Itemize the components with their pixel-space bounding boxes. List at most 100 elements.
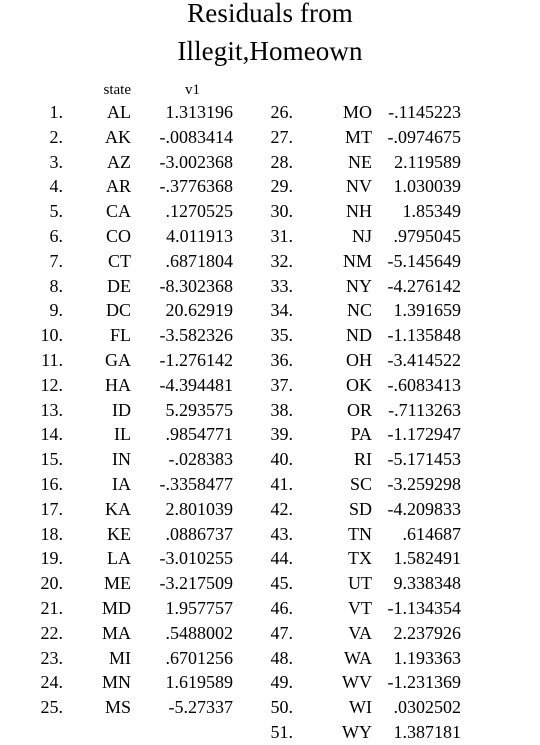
cell-value: -.6083413 xyxy=(387,374,462,395)
table-row: 50. WI .0302502 xyxy=(265,695,540,720)
table-row: 45. UT 9.338348 xyxy=(265,571,540,596)
table-row: 2. AK -.0083414 xyxy=(0,125,240,150)
title-line-2: Illegit,Homeown xyxy=(177,36,363,66)
cell-value: 1.619589 xyxy=(165,672,234,693)
cell-value: -.3776368 xyxy=(159,176,234,197)
column-header-v1: v1 xyxy=(185,82,200,98)
cell-value: .1270525 xyxy=(165,201,234,222)
table-row: 6. CO 4.011913 xyxy=(0,224,240,249)
cell-value: 2.119589 xyxy=(394,151,461,172)
cell-value: 5.293575 xyxy=(165,399,234,420)
table-row: 36. OH -3.414522 xyxy=(265,348,540,373)
cell-value: 1.85349 xyxy=(402,201,462,222)
cell-value: -8.302368 xyxy=(159,275,234,296)
table-row: 39. PA -1.172947 xyxy=(265,422,540,447)
table-row: 5. CA .1270525 xyxy=(0,199,240,224)
cell-value: -.028383 xyxy=(168,449,234,470)
cell-value: .0886737 xyxy=(165,523,234,544)
table-row: 10. FL -3.582326 xyxy=(0,323,240,348)
listing-column-right: 26. MO -.1145223 27. MT -.0974675 28. NE 2.11958… xyxy=(265,100,540,745)
cell-value: 20.62919 xyxy=(165,300,234,321)
cell-value: .5488002 xyxy=(165,622,234,643)
table-row: 49. WV -1.231369 xyxy=(265,670,540,695)
table-row: 42. SD -4.209833 xyxy=(265,497,540,522)
cell-value: -.3358477 xyxy=(159,473,234,494)
table-row: 27. MT -.0974675 xyxy=(265,125,540,150)
table-row: 32. NM -5.145649 xyxy=(265,249,540,274)
cell-value: -4.209833 xyxy=(387,498,462,519)
table-row: 22. MA .5488002 xyxy=(0,621,240,646)
cell-value: -5.145649 xyxy=(387,250,462,271)
cell-value: 1.313196 xyxy=(165,102,234,122)
cell-value: -.1145223 xyxy=(388,102,461,122)
cell-value: .6871804 xyxy=(165,250,234,271)
table-row: 21. MD 1.957757 xyxy=(0,596,240,621)
table-row: 4. AR -.3776368 xyxy=(0,174,240,199)
table-row: 33. NY -4.276142 xyxy=(265,274,540,299)
table-row: 48. WA 1.193363 xyxy=(265,646,540,671)
table-row: 38. OR -.7113263 xyxy=(265,398,540,423)
table-row: 37. OK -.6083413 xyxy=(265,373,540,398)
table-row: 26. MO -.1145223 xyxy=(265,100,540,125)
table-row: 17. KA 2.801039 xyxy=(0,497,240,522)
table-row: 44. TX 1.582491 xyxy=(265,546,540,571)
title-line-1: Residuals from xyxy=(187,0,353,28)
table-row: 30. NH 1.85349 xyxy=(265,199,540,224)
cell-value: 2.801039 xyxy=(165,498,234,519)
cell-value: 1.391659 xyxy=(393,300,462,321)
table-row: 24. MN 1.619589 xyxy=(0,670,240,695)
table-row: 15. IN -.028383 xyxy=(0,447,240,472)
cell-value: 1.582491 xyxy=(393,548,462,569)
table-row: 41. SC -3.259298 xyxy=(265,472,540,497)
table-row: 1. AL 1.313196 xyxy=(0,100,240,125)
table-row: 14. IL .9854771 xyxy=(0,422,240,447)
table-row: 7. CT .6871804 xyxy=(0,249,240,274)
cell-value: 4.011913 xyxy=(166,225,233,246)
table-row: 29. NV 1.030039 xyxy=(265,174,540,199)
cell-value: -4.394481 xyxy=(159,374,234,395)
cell-value: -.0974675 xyxy=(387,126,462,147)
cell-value: 2.237926 xyxy=(393,622,462,643)
cell-value: 1.957757 xyxy=(165,597,234,618)
cell-value: 1.387181 xyxy=(393,721,462,742)
cell-value: 1.030039 xyxy=(393,176,462,197)
cell-value: -3.217509 xyxy=(159,573,234,594)
cell-value: -.0083414 xyxy=(159,126,234,147)
cell-value: -3.259298 xyxy=(387,473,462,494)
cell-value: -3.010255 xyxy=(159,548,234,569)
table-row: 25. MS -5.27337 xyxy=(0,695,240,720)
table-row: 18. KE .0886737 xyxy=(0,522,240,547)
page-title: Residuals from Illegit,Homeown xyxy=(0,0,540,70)
table-row: 20. ME -3.217509 xyxy=(0,571,240,596)
table-row: 43. TN .614687 xyxy=(265,522,540,547)
cell-value: -1.134354 xyxy=(387,597,462,618)
table-row: 46. VT -1.134354 xyxy=(265,596,540,621)
table-row: 31. NJ .9795045 xyxy=(265,224,540,249)
table-row: 8. DE -8.302368 xyxy=(0,274,240,299)
table-row: 28. NE 2.119589 xyxy=(265,150,540,175)
cell-value: -1.135848 xyxy=(387,325,462,346)
listing-column-left: 1. AL 1.313196 2. AK -.0083414 3. AZ -3.002368 4.… xyxy=(0,100,240,720)
table-row: 34. NC 1.391659 xyxy=(265,298,540,323)
table-row: 23. MI .6701256 xyxy=(0,646,240,671)
table-row: 47. VA 2.237926 xyxy=(265,621,540,646)
table-row: 13. ID 5.293575 xyxy=(0,398,240,423)
cell-value: -3.582326 xyxy=(159,325,234,346)
cell-value: .6701256 xyxy=(165,647,234,668)
column-header-row: state v1 xyxy=(0,80,540,100)
cell-value: -5.27337 xyxy=(168,697,234,718)
cell-value: -1.172947 xyxy=(387,424,462,445)
cell-value: .9854771 xyxy=(165,424,234,445)
table-row: 16. IA -.3358477 xyxy=(0,472,240,497)
table-row: 35. ND -1.135848 xyxy=(265,323,540,348)
table-row: 3. AZ -3.002368 xyxy=(0,150,240,175)
table-row: 12. HA -4.394481 xyxy=(0,373,240,398)
cell-value: .614687 xyxy=(402,523,462,544)
cell-value: -1.231369 xyxy=(387,672,462,693)
listing-page: Residuals from Illegit,Homeown state v1 … xyxy=(0,0,540,742)
cell-value: -5.171453 xyxy=(387,449,462,470)
cell-value: -1.276142 xyxy=(159,349,234,370)
cell-value: -3.414522 xyxy=(387,349,462,370)
table-row: 40. RI -5.171453 xyxy=(265,447,540,472)
cell-value: .9795045 xyxy=(393,225,462,246)
